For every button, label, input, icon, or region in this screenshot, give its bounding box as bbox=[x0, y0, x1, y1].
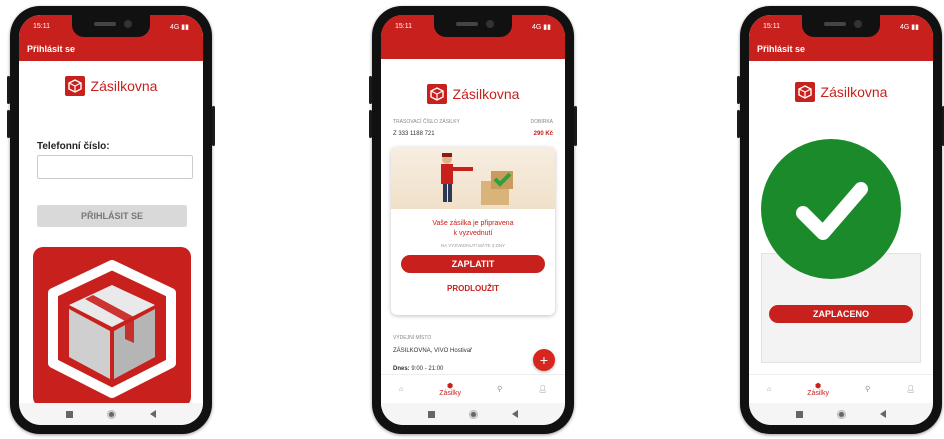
add-parcel-button[interactable]: + bbox=[533, 349, 555, 371]
status-signal: 4G ▮▮ bbox=[532, 24, 551, 31]
notch bbox=[72, 15, 150, 37]
ready-message: Vaše zásilka je připravena k vyzvednutí bbox=[391, 219, 555, 239]
tracking-label: TRASOVACÍ ČÍSLO ZÁSILKY bbox=[393, 119, 460, 125]
location-pin-icon: ⚲ bbox=[496, 386, 503, 393]
status-time: 15:11 bbox=[33, 23, 50, 30]
ready-message-line1: Vaše zásilka je připravena bbox=[432, 220, 514, 227]
phone-paid: 15:11 4G ▮▮ Přihlásit se Zásilkovna ZAPL… bbox=[737, 6, 944, 434]
phone-label: Telefonní číslo: bbox=[37, 141, 110, 152]
login-button[interactable]: PŘIHLÁSIT SE bbox=[37, 205, 187, 227]
hours-prefix: Dnes: bbox=[393, 366, 410, 372]
courier-illustration bbox=[391, 147, 555, 209]
package-logo-icon bbox=[64, 76, 85, 96]
notch bbox=[434, 15, 512, 37]
system-nav-bar bbox=[749, 403, 933, 425]
home-icon[interactable] bbox=[107, 409, 116, 419]
cod-label: DOBÍRKA bbox=[530, 119, 553, 125]
parcel-icon: ⬢ bbox=[447, 382, 454, 390]
nav-map[interactable]: ⚲ bbox=[865, 385, 870, 393]
nav-parcels-label: Zásilky bbox=[807, 389, 829, 397]
brand-logo: Zásilkovna bbox=[381, 81, 565, 107]
recent-apps-icon[interactable] bbox=[796, 410, 803, 418]
bottom-nav: ⌂ ⬢ Zásilky ⚲ 👤︎ bbox=[749, 374, 933, 403]
opening-hours: Dnes: 9:00 - 21:00 bbox=[393, 366, 443, 372]
brand-name: Zásilkovna bbox=[820, 84, 888, 100]
parcel-icon: ⬢ bbox=[815, 382, 822, 390]
back-icon[interactable] bbox=[150, 410, 156, 418]
brand-name: Zásilkovna bbox=[90, 78, 158, 94]
notch bbox=[802, 15, 880, 37]
nav-parcels-label: Zásilky bbox=[439, 389, 461, 397]
pickup-place-label: VÝDEJNÍ MÍSTO bbox=[393, 335, 432, 341]
page-title: Přihlásit se bbox=[27, 44, 76, 54]
tracking-number: Z 333 1188 721 bbox=[393, 131, 435, 137]
package-illustration bbox=[33, 247, 191, 407]
screen: 15:11 4G ▮▮ Přihlásit se Zásilkovna ZAPL… bbox=[749, 15, 933, 425]
parcel-header-values: Z 333 1188 721 290 Kč bbox=[393, 131, 553, 137]
location-pin-icon: ⚲ bbox=[864, 386, 871, 393]
nav-home[interactable]: ⌂ bbox=[399, 386, 403, 393]
person-icon: 👤︎ bbox=[538, 386, 547, 393]
extend-button[interactable]: PRODLOUŽIT bbox=[401, 279, 545, 297]
pickup-place-name: ZÁSILKOVNA, VIVO Hostivař bbox=[393, 348, 473, 354]
status-signal: 4G ▮▮ bbox=[170, 24, 189, 31]
parcel-card: Vaše zásilka je připravena k vyzvednutí … bbox=[391, 147, 555, 315]
back-icon[interactable] bbox=[512, 410, 518, 418]
system-nav-bar bbox=[19, 403, 203, 425]
home-icon[interactable] bbox=[837, 409, 846, 419]
nav-parcels[interactable]: ⬢ Zásilky bbox=[807, 382, 829, 397]
hours-value: 9:00 - 21:00 bbox=[411, 366, 444, 372]
bottom-nav: ⌂ ⬢ Zásilky ⚲ 👤︎ bbox=[381, 374, 565, 403]
brand-logo: Zásilkovna bbox=[749, 79, 933, 105]
system-nav-bar bbox=[381, 403, 565, 425]
screen: 15:11 4G ▮▮ Přihlásit se Zásilkovna Tele… bbox=[19, 15, 203, 425]
recent-apps-icon[interactable] bbox=[66, 410, 73, 418]
app-bar: Přihlásit se bbox=[749, 37, 933, 61]
cod-amount: 290 Kč bbox=[533, 131, 553, 137]
nav-profile[interactable]: 👤︎ bbox=[906, 385, 915, 393]
status-time: 15:11 bbox=[763, 23, 780, 30]
recent-apps-icon[interactable] bbox=[428, 410, 435, 418]
pay-button[interactable]: ZAPLATIT bbox=[401, 255, 545, 273]
phone-input[interactable] bbox=[37, 155, 193, 179]
ready-message-line2: k vyzvednutí bbox=[453, 230, 493, 237]
home-icon[interactable] bbox=[469, 409, 478, 419]
page-title: Přihlásit se bbox=[757, 44, 806, 54]
phone-login: 15:11 4G ▮▮ Přihlásit se Zásilkovna Tele… bbox=[7, 6, 215, 434]
home-icon: ⌂ bbox=[398, 385, 404, 393]
nav-profile[interactable]: 👤︎ bbox=[538, 385, 547, 393]
status-time: 15:11 bbox=[395, 23, 412, 30]
phone-parcel-detail: 15:11 4G ▮▮ Zásilkovna TRASOVACÍ ČÍSLO Z… bbox=[369, 6, 577, 434]
brand-name: Zásilkovna bbox=[452, 86, 520, 102]
nav-home[interactable]: ⌂ bbox=[767, 386, 771, 393]
back-icon[interactable] bbox=[880, 410, 886, 418]
paid-button[interactable]: ZAPLACENO bbox=[769, 305, 913, 323]
brand-logo: Zásilkovna bbox=[19, 73, 203, 99]
parcel-header-labels: TRASOVACÍ ČÍSLO ZÁSILKY DOBÍRKA bbox=[393, 119, 553, 125]
nav-map[interactable]: ⚲ bbox=[497, 385, 502, 393]
status-signal: 4G ▮▮ bbox=[900, 24, 919, 31]
package-logo-icon bbox=[794, 82, 815, 102]
package-logo-icon bbox=[426, 84, 447, 104]
person-icon: 👤︎ bbox=[906, 386, 915, 393]
success-check-icon bbox=[761, 139, 901, 279]
pickup-deadline-hint: NA VYZVEDNUTÍ MÁTE 3 DNY bbox=[440, 243, 505, 248]
nav-parcels[interactable]: ⬢ Zásilky bbox=[439, 382, 461, 397]
home-icon: ⌂ bbox=[766, 385, 772, 393]
app-bar: Přihlásit se bbox=[19, 37, 203, 61]
screen: 15:11 4G ▮▮ Zásilkovna TRASOVACÍ ČÍSLO Z… bbox=[381, 15, 565, 425]
